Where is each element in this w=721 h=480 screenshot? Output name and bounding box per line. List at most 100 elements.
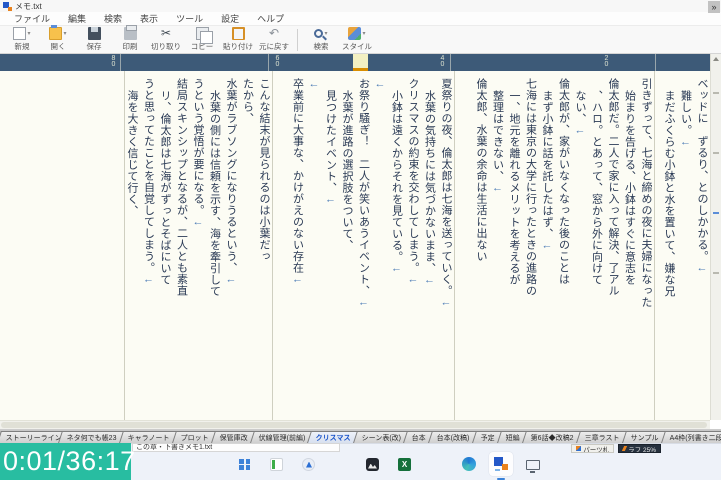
column-text: リ、倫太郎は七海がずっとそばにいて <box>159 90 171 286</box>
text-column[interactable]: まず小鉢に話を託したはず、← <box>539 78 556 420</box>
text-column[interactable]: 七海には東京の大学に行ったときの進路の <box>522 78 539 420</box>
text-column[interactable]: 倫太郎が、家がいなくなった後のことは <box>555 78 572 420</box>
text-page[interactable]: こんな結末が見られるのは小葉だっ たから、 水葉がラブソングになりうるという、← 水葉… <box>124 71 272 420</box>
dropdown-arrow-icon[interactable]: ▾ <box>324 30 327 37</box>
column-text: 水葉がラブソングになりうるという、 <box>225 78 237 274</box>
新規-button[interactable]: ▾ 新規 <box>4 27 40 53</box>
horizontal-scrollbar[interactable] <box>0 420 710 429</box>
text-column[interactable]: こんな結末が見られるのは小葉だっ <box>256 78 273 420</box>
column-text: 見つけたイベント、 <box>324 90 337 194</box>
text-column[interactable]: リ、倫太郎は七海がずっとそばにいて <box>157 78 174 420</box>
text-column[interactable]: 水葉がラブソングになりうるという、← <box>223 78 240 420</box>
menu-item-2[interactable]: 検索 <box>96 11 130 26</box>
text-column[interactable]: まだふくらむ小鉢と水を置いて、嫌な兄 <box>661 78 678 420</box>
menu-item-3[interactable]: 表示 <box>132 11 166 26</box>
text-page[interactable]: ベッドに ずるり、とのしかかる。← 難しい。← まだふくらむ小鉢と水を置いて、嫌な兄 <box>654 71 710 420</box>
text-column[interactable]: クリスマスの約束を交わしてしまう。← <box>405 78 422 420</box>
text-column[interactable]: 一、地元を離れるメリットを考えるが <box>506 78 523 420</box>
保存-button[interactable]: 保存 <box>76 27 112 53</box>
taskbar-calculator-button[interactable] <box>425 452 449 476</box>
dropdown-arrow-icon[interactable]: ▾ <box>27 30 30 37</box>
document-tab-2[interactable]: キャラノート <box>118 431 179 443</box>
text-column[interactable]: ベッドに ずるり、とのしかかる。← <box>694 78 711 420</box>
toolbar-button-label: 印刷 <box>122 42 138 51</box>
overlay-chip-0[interactable]: パーツ札 <box>571 444 615 453</box>
dropdown-arrow-icon[interactable]: ▾ <box>362 30 365 37</box>
vertical-scrollbar[interactable] <box>710 54 721 420</box>
document-tab-1[interactable]: ネタ何でも帳23 <box>58 431 126 443</box>
toolbar-button-label: 新規 <box>14 42 30 51</box>
text-column[interactable]: 夏祭りの夜、倫太郎は七海を送っていく。← <box>438 78 455 420</box>
text-column[interactable]: ← <box>372 78 389 420</box>
document-tab-7[interactable]: シーン表(改) <box>353 431 411 443</box>
chip-label: ラフ 25% <box>628 446 656 453</box>
text-page[interactable]: 引きずって、七海と締めの夜に夫婦になった 始まりを告げる、小鉢はすぐに意志を 倫太郎… <box>454 71 654 420</box>
開く-button[interactable]: ▾ 開く <box>40 25 76 53</box>
scroll-up-arrow-icon[interactable] <box>713 57 719 61</box>
text-page[interactable] <box>0 71 124 420</box>
column-text: 整理はできない、 <box>491 90 504 182</box>
overlay-chip-1[interactable]: ラフ 25% <box>618 444 661 453</box>
text-column[interactable]: 見つけたイベント、← <box>322 78 339 420</box>
text-column[interactable]: 倫太郎、水葉の余命は生活に出ない <box>473 78 490 420</box>
document-tab-0[interactable]: ストーリーライン <box>0 431 65 443</box>
taskbar-editor-button[interactable] <box>488 452 513 480</box>
scrollbar-thumb[interactable] <box>1 422 707 428</box>
tab-overflow-button[interactable]: » <box>708 1 720 13</box>
検索-button[interactable]: ▾ 検索 <box>303 27 339 53</box>
menu-item-4[interactable]: ツール <box>168 11 211 26</box>
document-tab-13[interactable]: 三章ラスト <box>575 431 629 443</box>
text-page[interactable]: 夏祭りの夜、倫太郎は七海を送っていく。← 水葉の気持ちには気づかないまま、← クリス… <box>272 71 454 420</box>
text-column[interactable]: 海を大きく信じて行く、 <box>125 78 140 420</box>
taskbar-edge-button[interactable] <box>457 452 481 476</box>
text-column[interactable]: ← <box>306 78 323 420</box>
text-column[interactable]: 倫太郎だ。二人で家に入って解決、了アル <box>605 78 622 420</box>
linebreak-arrow-icon: ← <box>357 296 370 310</box>
text-column[interactable]: 卒業前に大事な、かけがえのない存在← <box>289 78 306 420</box>
linebreak-arrow-icon: ← <box>225 273 237 287</box>
text-column[interactable]: 難しい。← <box>677 78 694 420</box>
display-icon <box>525 459 540 473</box>
menu-item-0[interactable]: ファイル <box>6 11 58 26</box>
印刷-button[interactable]: 印刷 <box>112 25 148 53</box>
toolbar-button-label: 切り取り <box>151 42 181 51</box>
filename-tooltip: この章・下書きメモ1.txt <box>132 443 340 452</box>
taskbar-notepad-button[interactable] <box>265 452 289 476</box>
document-tab-5[interactable]: 伏線管理(前編) <box>249 431 315 443</box>
taskbar-drive-button[interactable] <box>297 452 321 476</box>
taskbar-display-button[interactable] <box>521 452 545 476</box>
taskbar-photos-button[interactable] <box>361 452 385 476</box>
text-column[interactable]: 、ハロ。とあって、窓から外に向けて <box>588 78 605 420</box>
text-column[interactable]: 小鉢は遠くからそれを見ている。← <box>388 78 405 420</box>
切り取り-button[interactable]: ✂ 切り取り <box>148 27 184 53</box>
linebreak-arrow-icon: ← <box>696 262 708 275</box>
text-column[interactable]: うと思ってたことを自覚してしまう。← <box>140 78 157 420</box>
スタイル-button[interactable]: ▾ スタイル <box>339 27 375 53</box>
document-tab-12[interactable]: 第6話◆改稿2 <box>522 431 583 443</box>
menu-item-5[interactable]: 設定 <box>213 11 247 26</box>
text-column[interactable]: 整理はできない、← <box>489 78 506 420</box>
text-column[interactable]: 始まりを告げる、小鉢はすぐに意志を <box>621 78 638 420</box>
text-column[interactable]: 水葉の気持ちには気づかないまま、← <box>421 78 438 420</box>
taskbar-explorer-button[interactable] <box>329 452 353 476</box>
text-column[interactable]: お祭り騒ぎ！ 二人が笑いあうイベント、← <box>355 78 372 420</box>
taskbar-start-button[interactable] <box>233 452 257 476</box>
text-column[interactable]: うという覚悟が要になる。← <box>190 78 207 420</box>
dropdown-arrow-icon[interactable]: ▾ <box>63 30 66 37</box>
editor-content[interactable]: ベッドに ずるり、とのしかかる。← 難しい。← まだふくらむ小鉢と水を置いて、嫌な兄… <box>0 71 710 420</box>
menu-item-1[interactable]: 編集 <box>60 11 94 26</box>
document-tab-6[interactable]: クリスマス <box>307 431 361 443</box>
column-text: 海を大きく信じて行く、 <box>126 90 138 217</box>
元に戻す-button[interactable]: ↶ 元に戻す <box>256 27 292 53</box>
text-column[interactable]: たから、 <box>239 78 256 420</box>
text-column[interactable]: 引きずって、七海と締めの夜に夫婦になった <box>638 78 655 420</box>
text-column[interactable]: 水葉の側には信頼を示す、海を牽引して <box>206 78 223 420</box>
text-column[interactable]: 水葉が進路の選択肢をついて、 <box>339 78 356 420</box>
コピー-button[interactable]: コピー <box>184 27 220 53</box>
taskbar-excel-button[interactable]: X <box>393 452 417 476</box>
貼り付け-button[interactable]: 貼り付け <box>220 27 256 53</box>
document-tab-15[interactable]: A4枠(列書き二段組) <box>660 431 721 443</box>
text-column[interactable]: 結局スキンシップとなるが、二人とも素直 <box>173 78 190 420</box>
text-column[interactable]: ない、← <box>572 78 589 420</box>
menu-item-6[interactable]: ヘルプ <box>249 11 292 26</box>
